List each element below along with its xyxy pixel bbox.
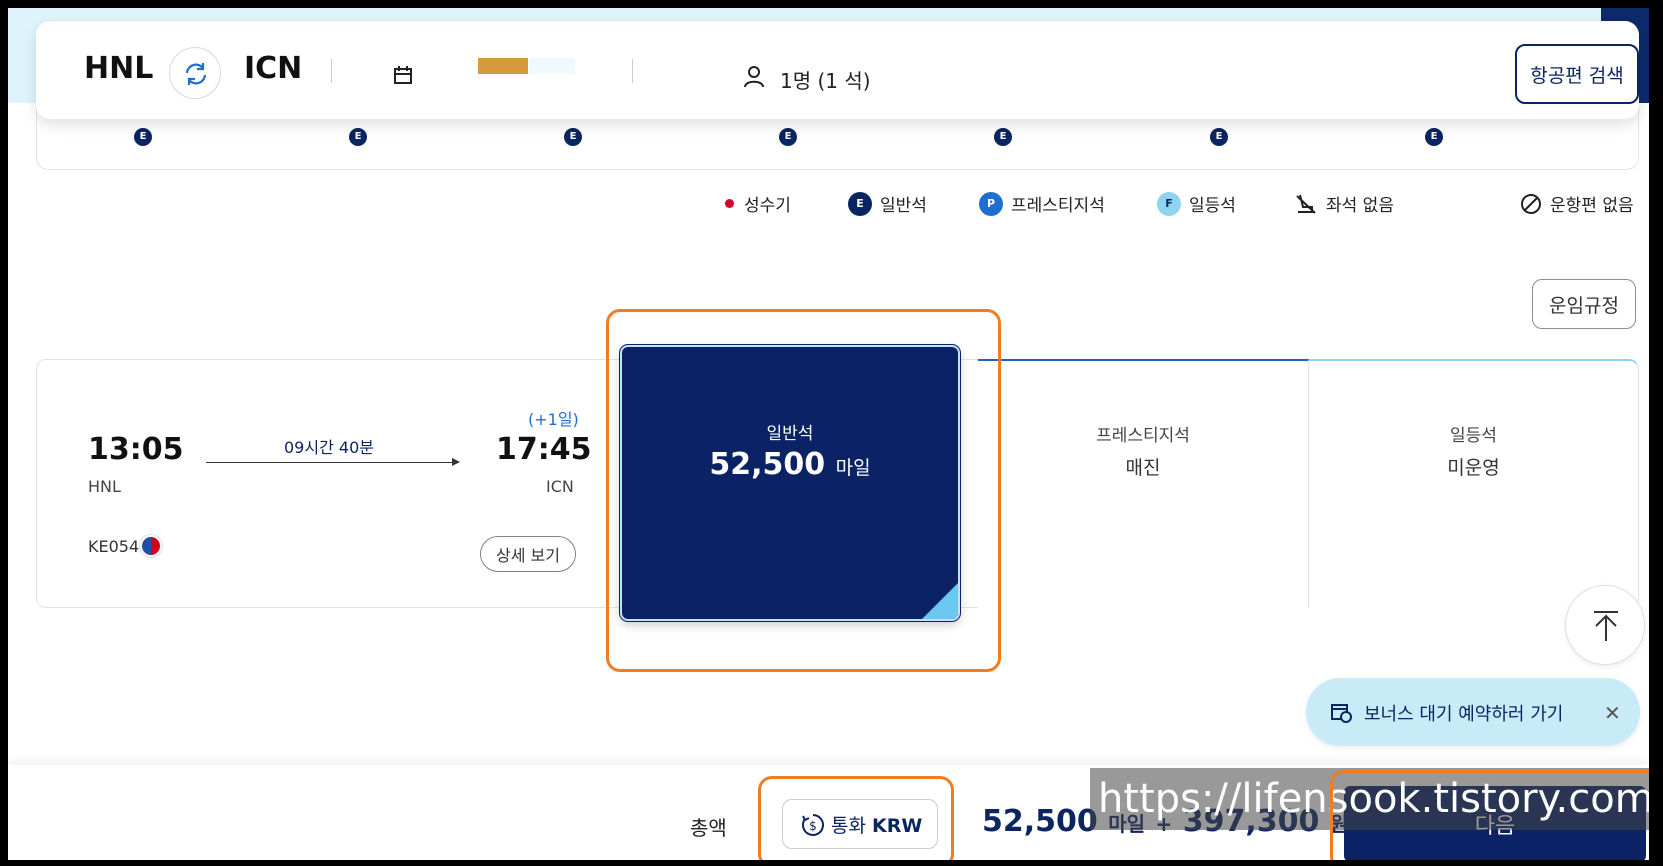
redacted-date-block bbox=[478, 58, 528, 74]
date-economy-badge[interactable]: E bbox=[779, 128, 797, 146]
legend-label: 프레스티지석 bbox=[1011, 196, 1105, 216]
highlight-economy-fare bbox=[606, 309, 1001, 672]
flight-details-button[interactable]: 상세 보기 bbox=[480, 536, 576, 572]
legend-economy: E 일반석 bbox=[848, 191, 927, 216]
legend-first: F 일등석 bbox=[1157, 191, 1236, 216]
fare-option-first: 일등석 미운영 bbox=[1309, 359, 1639, 608]
date-economy-badge[interactable]: E bbox=[564, 128, 582, 146]
swap-airports-button[interactable] bbox=[169, 47, 221, 99]
legend-label: 성수기 bbox=[744, 196, 791, 216]
flight-search-bar: HNL ICN 1명 (1 석) 항공편 검색 bbox=[36, 21, 1639, 119]
no-seat-icon bbox=[1296, 194, 1316, 214]
close-icon[interactable]: ✕ bbox=[1604, 701, 1621, 725]
highlight-currency bbox=[758, 776, 954, 860]
bonus-waitlist-banner[interactable]: 보너스 대기 예약하러 가기 ✕ bbox=[1306, 678, 1640, 746]
prestige-badge-icon: P bbox=[979, 191, 1003, 216]
total-label: 총액 bbox=[690, 816, 727, 840]
screenshot-frame: E E E E E E E HNL ICN 1명 (1 석) 항공편 검색 성수… bbox=[0, 0, 1663, 866]
fare-status: 매진 bbox=[1125, 457, 1161, 479]
date-economy-badge[interactable]: E bbox=[349, 128, 367, 146]
first-badge-icon: F bbox=[1157, 191, 1181, 216]
flight-duration: 09시간 40분 bbox=[284, 438, 374, 457]
divider bbox=[331, 59, 332, 83]
bonus-waitlist-label: 보너스 대기 예약하러 가기 bbox=[1364, 704, 1564, 725]
legend-label: 좌석 없음 bbox=[1326, 196, 1394, 216]
korean-air-logo-icon bbox=[140, 535, 162, 557]
search-flights-button[interactable]: 항공편 검색 bbox=[1515, 44, 1639, 104]
destination-airport[interactable]: ICN bbox=[244, 51, 302, 86]
divider bbox=[632, 59, 633, 83]
legend-label: 일반석 bbox=[880, 196, 927, 216]
flight-number: KE054 bbox=[88, 537, 140, 556]
fare-status: 미운영 bbox=[1447, 457, 1500, 479]
calendar-clock-icon bbox=[1331, 704, 1352, 723]
legend-label: 운항편 없음 bbox=[1550, 196, 1634, 216]
legend-label: 일등석 bbox=[1189, 196, 1236, 216]
swap-icon bbox=[185, 63, 207, 85]
arrival-airport: ICN bbox=[546, 477, 574, 496]
departure-time: 13:05 bbox=[88, 432, 184, 467]
legend-peak: 성수기 bbox=[725, 191, 791, 216]
fare-rules-button[interactable]: 운임규정 bbox=[1532, 279, 1636, 329]
scroll-to-top-button[interactable] bbox=[1565, 585, 1645, 665]
redacted-date-block bbox=[529, 58, 575, 74]
next-day-indicator: (+1일) bbox=[528, 410, 579, 429]
arrival-time: 17:45 bbox=[496, 432, 592, 467]
origin-airport[interactable]: HNL bbox=[84, 51, 153, 86]
legend-prestige: P 프레스티지석 bbox=[979, 191, 1105, 216]
arrow-head-icon bbox=[452, 458, 460, 466]
date-economy-badge[interactable]: E bbox=[994, 128, 1012, 146]
total-miles: 52,500 bbox=[982, 804, 1098, 839]
arrow-up-icon bbox=[1594, 611, 1618, 641]
fare-option-prestige: 프레스티지석 매진 bbox=[978, 359, 1309, 608]
route-arrow bbox=[206, 462, 458, 463]
booking-page: E E E E E E E HNL ICN 1명 (1 석) 항공편 검색 성수… bbox=[8, 8, 1649, 860]
fare-class-label: 일등석 bbox=[1450, 426, 1497, 446]
date-economy-badge[interactable]: E bbox=[134, 128, 152, 146]
passenger-count[interactable]: 1명 (1 석) bbox=[780, 65, 871, 94]
fare-class-label: 프레스티지석 bbox=[1096, 426, 1190, 446]
peak-dot-icon bbox=[725, 199, 734, 208]
no-flight-icon bbox=[1521, 193, 1541, 214]
economy-badge-icon: E bbox=[848, 191, 872, 216]
legend-no-flight: 운항편 없음 bbox=[1520, 191, 1634, 216]
date-economy-badge[interactable]: E bbox=[1210, 128, 1228, 146]
passenger-icon bbox=[744, 66, 764, 88]
legend-no-seat: 좌석 없음 bbox=[1294, 191, 1394, 216]
departure-airport: HNL bbox=[88, 477, 121, 496]
calendar-icon[interactable] bbox=[393, 65, 413, 85]
date-economy-badge[interactable]: E bbox=[1425, 128, 1443, 146]
highlight-next-button bbox=[1330, 770, 1649, 860]
